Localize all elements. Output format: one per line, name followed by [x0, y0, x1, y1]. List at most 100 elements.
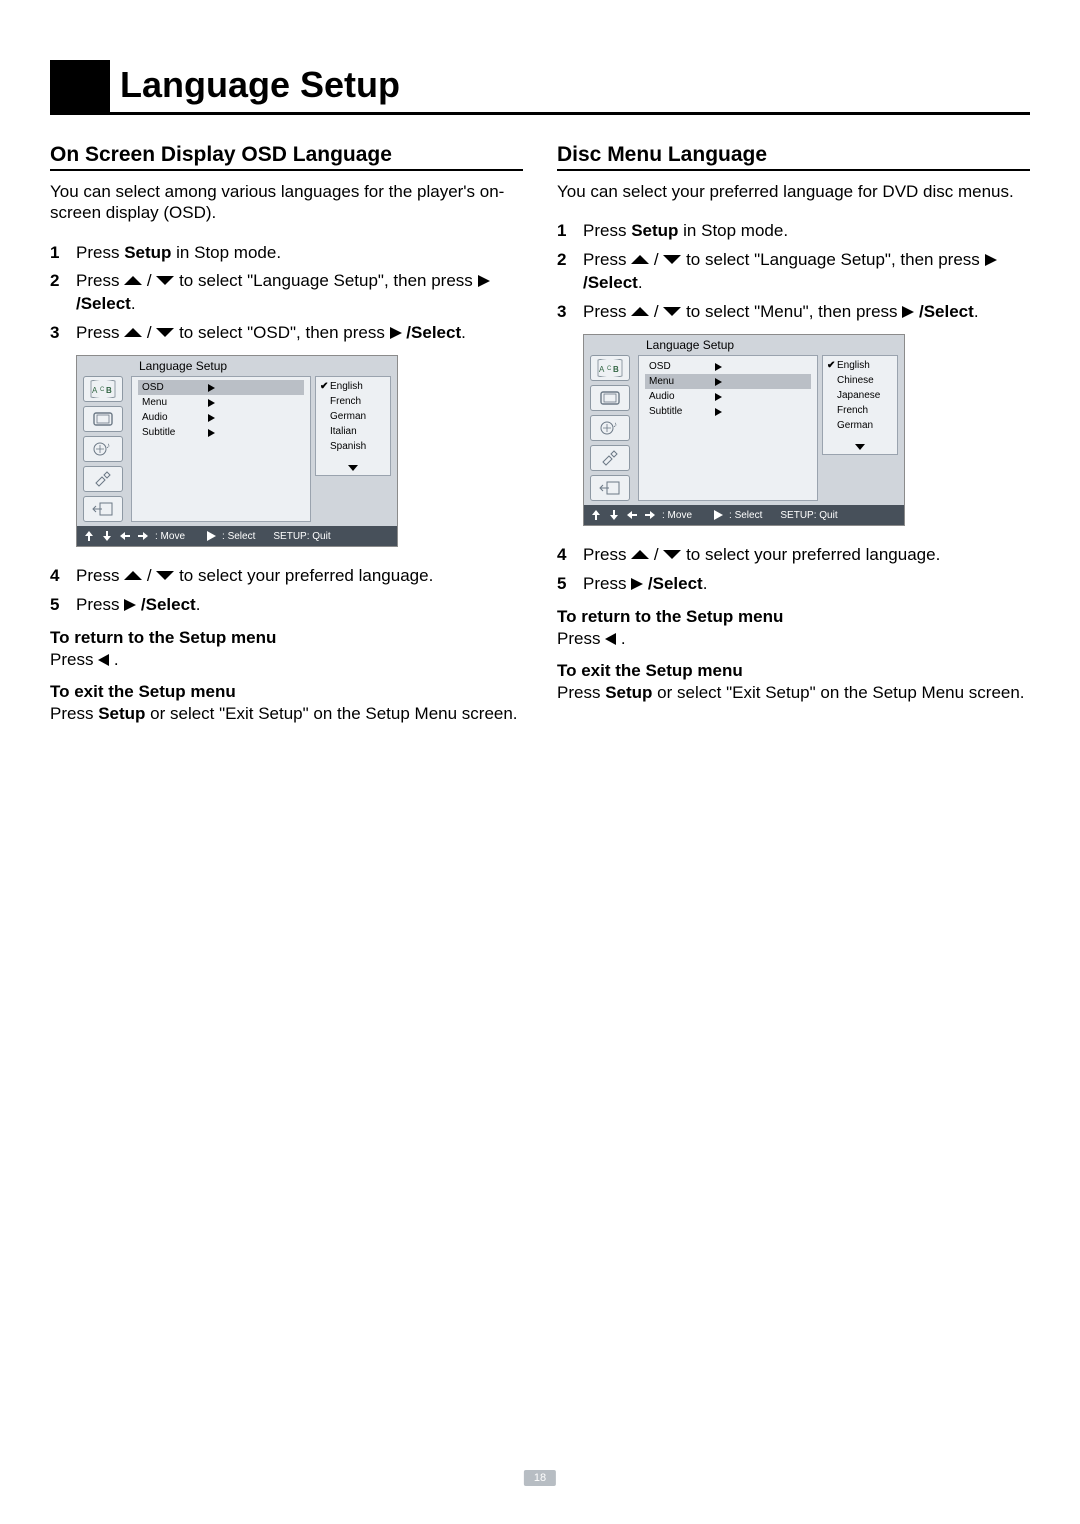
back-icon: [605, 633, 616, 645]
chevron-right-icon: [208, 384, 215, 392]
menu-row-menu: Menu: [645, 374, 811, 389]
up-arrow-icon: [590, 509, 602, 521]
osd-heading: On Screen Display OSD Language: [50, 143, 523, 171]
down-icon: [156, 328, 174, 337]
osd-title: Language Setup: [584, 335, 904, 353]
return-block: To return to the Setup menu Press .: [50, 627, 523, 671]
chevron-right-icon: [208, 414, 215, 422]
svg-text:C: C: [100, 387, 105, 393]
language-tab-icon: ACB: [590, 355, 630, 381]
step-text: Press / to select "Menu", then press /Se…: [583, 301, 1030, 324]
check-icon: ✔: [827, 360, 837, 371]
menu-row-subtitle: Subtitle: [645, 404, 811, 419]
up-icon: [631, 255, 649, 264]
return-block: To return to the Setup menu Press .: [557, 606, 1030, 650]
step-text: Press / to select your preferred languag…: [76, 565, 523, 588]
step-number: 2: [50, 270, 76, 316]
right-arrow-icon: [644, 509, 656, 521]
menu-row-menu: Menu: [138, 395, 304, 410]
down-icon: [663, 255, 681, 264]
up-icon: [124, 328, 142, 337]
lang-row: French: [827, 403, 893, 418]
down-icon: [156, 571, 174, 580]
play-icon: [631, 578, 643, 590]
menu-panel: OSD Menu Audio Subtitle: [638, 355, 818, 501]
down-arrow-icon: [101, 530, 113, 542]
osd-steps-part1: 1 Press Setup in Stop mode. 2 Press / to…: [50, 242, 523, 346]
right-arrow-icon: [137, 530, 149, 542]
step-text: Press /Select.: [76, 594, 523, 617]
lang-row: Chinese: [827, 373, 893, 388]
svg-text:C: C: [607, 366, 612, 372]
down-icon: [663, 550, 681, 559]
lang-row: ✔English: [320, 379, 386, 394]
screen-tab-icon: [590, 385, 630, 411]
step-number: 4: [50, 565, 76, 588]
step-number: 3: [557, 301, 583, 324]
chevron-right-icon: [715, 393, 722, 401]
language-panel: ✔English Chinese Japanese French German: [822, 355, 898, 455]
lang-row: German: [827, 418, 893, 433]
menu-row-osd: OSD: [645, 359, 811, 374]
down-arrow-icon: [608, 509, 620, 521]
step-text: Press /Select.: [583, 573, 1030, 596]
play-icon: [124, 599, 136, 611]
play-icon: [902, 306, 914, 318]
more-down-icon: [827, 442, 893, 452]
step-number: 4: [557, 544, 583, 567]
title-bar: Language Setup: [50, 60, 1030, 115]
step-text: Press / to select your preferred languag…: [583, 544, 1030, 567]
exit-tab-icon: [83, 496, 123, 522]
up-icon: [631, 550, 649, 559]
page-number: 18: [524, 1470, 556, 1486]
play-icon: [985, 254, 997, 266]
step-number: 2: [557, 249, 583, 295]
lang-row: German: [320, 409, 386, 424]
play-icon: [478, 275, 490, 287]
custom-tab-icon: [590, 445, 630, 471]
step-number: 1: [557, 220, 583, 243]
exit-block: To exit the Setup menu Press Setup or se…: [557, 660, 1030, 704]
step-number: 5: [50, 594, 76, 617]
chevron-right-icon: [715, 363, 722, 371]
step-text: Press / to select "Language Setup", then…: [76, 270, 523, 316]
chevron-right-icon: [208, 429, 215, 437]
menu-row-audio: Audio: [138, 410, 304, 425]
exit-block: To exit the Setup menu Press Setup or se…: [50, 681, 523, 725]
lang-row: French: [320, 394, 386, 409]
osd-mockup-right: Language Setup ACB ♪ OSD Menu Audio Subt…: [583, 334, 905, 526]
language-panel: ✔English French German Italian Spanish: [315, 376, 391, 476]
svg-text:B: B: [613, 365, 619, 374]
svg-text:♪: ♪: [613, 420, 617, 429]
chevron-right-icon: [715, 378, 722, 386]
play-icon: [207, 531, 216, 541]
osd-steps-part2: 4 Press / to select your preferred langu…: [50, 565, 523, 617]
check-icon: ✔: [320, 381, 330, 392]
play-icon: [390, 327, 402, 339]
play-icon: [714, 510, 723, 520]
step-number: 1: [50, 242, 76, 265]
menu-row-subtitle: Subtitle: [138, 425, 304, 440]
lang-row: ✔English: [827, 358, 893, 373]
osd-mockup-left: Language Setup ACB ♪ OSD Menu Audio Subt…: [76, 355, 398, 547]
disc-heading: Disc Menu Language: [557, 143, 1030, 171]
page-title: Language Setup: [110, 60, 410, 112]
left-column: On Screen Display OSD Language You can s…: [50, 143, 523, 726]
osd-footer: : Move : Select SETUP: Quit: [77, 526, 397, 546]
svg-text:A: A: [92, 386, 98, 395]
up-icon: [631, 307, 649, 316]
right-column: Disc Menu Language You can select your p…: [557, 143, 1030, 726]
step-number: 5: [557, 573, 583, 596]
disc-steps-part1: 1 Press Setup in Stop mode. 2 Press / to…: [557, 220, 1030, 324]
lang-row: Italian: [320, 424, 386, 439]
language-tab-icon: ACB: [83, 376, 123, 402]
menu-row-audio: Audio: [645, 389, 811, 404]
menu-row-osd: OSD: [138, 380, 304, 395]
step-number: 3: [50, 322, 76, 345]
chevron-right-icon: [208, 399, 215, 407]
step-text: Press Setup in Stop mode.: [76, 242, 523, 265]
osd-title: Language Setup: [77, 356, 397, 374]
up-icon: [124, 276, 142, 285]
svg-text:B: B: [106, 386, 112, 395]
back-icon: [98, 654, 109, 666]
